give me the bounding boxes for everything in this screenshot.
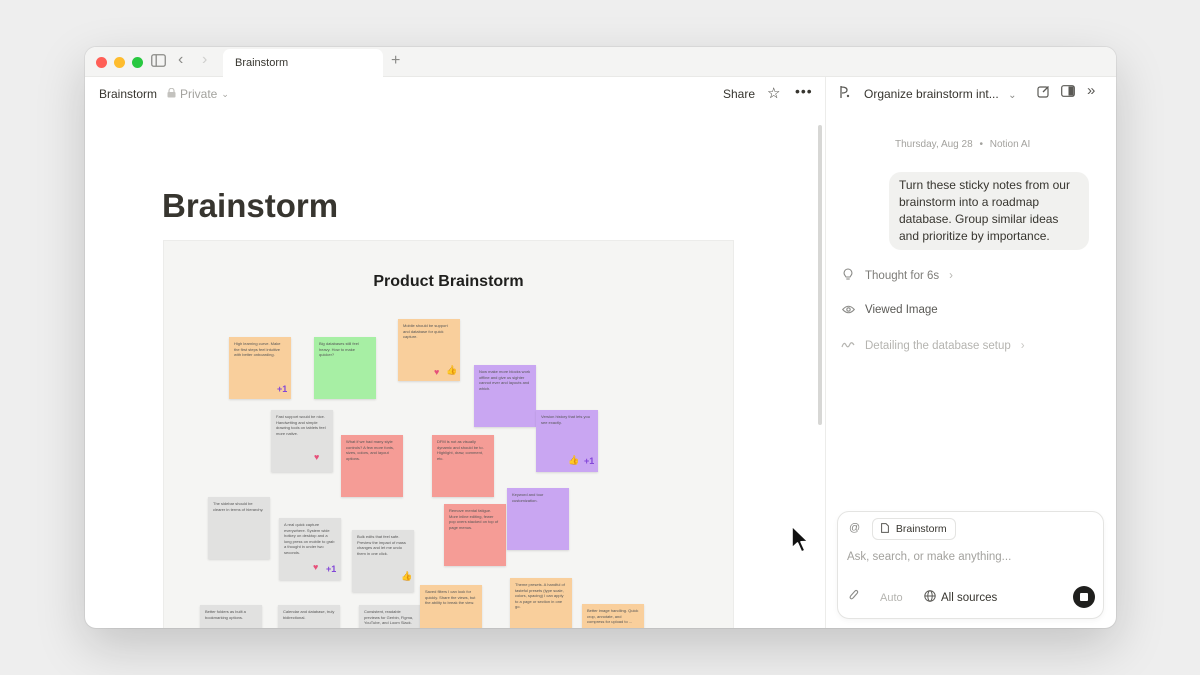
ai-step-label: Detailing the database setup: [865, 340, 1011, 352]
plus-one-reaction-icon: +1: [277, 384, 288, 394]
brainstorm-board-image: Product Brainstorm High learning curve. …: [163, 240, 734, 628]
page-header: Brainstorm Private ⌄ Share ☆ •••: [85, 77, 825, 111]
sources-selector[interactable]: All sources: [924, 590, 997, 605]
sources-label: All sources: [941, 591, 998, 604]
mention-at-icon[interactable]: @: [849, 522, 860, 534]
date-label: Thursday, Aug 28: [895, 139, 973, 150]
sticky-note: Now make more blocks work offline and gi…: [474, 365, 536, 427]
favorite-star-icon[interactable]: ☆: [767, 84, 780, 102]
thumbs-up-reaction-icon: 👍: [568, 455, 580, 465]
sticky-note: Consistent, readable previews for Gerbin…: [359, 605, 421, 628]
tab-brainstorm[interactable]: Brainstorm: [223, 49, 383, 77]
document-scrollbar[interactable]: [818, 125, 822, 425]
heart-reaction-icon: ♥: [434, 367, 440, 377]
ai-step-label: Viewed Image: [865, 304, 938, 316]
privacy-menu[interactable]: Private ⌄: [167, 87, 229, 101]
app-window: ‹ › Brainstorm + Brainstorm Private ⌄ Sh…: [85, 47, 1116, 628]
sticky-note: The sidebar should be clearer in terms o…: [208, 497, 270, 559]
chevron-down-icon: ⌄: [1008, 90, 1017, 101]
sticky-note: What if we had many style controls? A fe…: [341, 435, 403, 497]
eye-icon: [841, 303, 855, 317]
globe-icon: [924, 590, 936, 605]
sticky-note: Saved filters I can look for quickly. Sh…: [420, 585, 482, 628]
maximize-window-button[interactable]: [132, 57, 143, 68]
mouse-pointer-icon: [790, 524, 810, 559]
close-window-button[interactable]: [96, 57, 107, 68]
privacy-label: Private: [180, 87, 218, 101]
sticky-note: Remove mental fatigue. More inline editi…: [444, 504, 506, 566]
chevron-right-icon: ›: [1020, 340, 1025, 352]
heart-reaction-icon: ♥: [314, 452, 320, 462]
ai-step-thought[interactable]: Thought for 6s ›: [841, 268, 953, 284]
sticky-note: Fast support would be nice. Handwriting …: [271, 410, 333, 472]
ai-composer: @ Brainstorm Auto All sources: [837, 511, 1104, 619]
lock-icon: [167, 87, 176, 101]
title-bar: ‹ › Brainstorm +: [85, 47, 1116, 77]
ai-chat-title-text: Organize brainstorm int...: [864, 87, 999, 101]
minimize-window-button[interactable]: [114, 57, 125, 68]
sticky-note: Better image handling. Quick crop, annot…: [582, 604, 644, 628]
date-separator: •: [979, 139, 983, 150]
model-mode-selector[interactable]: Auto: [880, 592, 903, 604]
stop-generation-button[interactable]: [1073, 586, 1095, 608]
heart-reaction-icon: ♥: [313, 562, 319, 572]
ai-panel-header: Organize brainstorm int... ⌄ »: [826, 77, 1116, 111]
sticky-note: Keyword and tour customization.: [507, 488, 569, 550]
sticky-note: Calendar and database, truly bidirection…: [278, 605, 340, 628]
page-icon: [881, 523, 896, 535]
ai-author-label: Notion AI: [989, 139, 1031, 150]
new-chat-edit-icon[interactable]: [1037, 85, 1050, 101]
ai-step-label: Thought for 6s: [865, 270, 940, 282]
share-button[interactable]: Share: [723, 87, 755, 101]
thumbs-up-reaction-icon: 👍: [446, 365, 458, 375]
paperclip-icon[interactable]: [849, 589, 859, 605]
chevron-down-icon: ⌄: [221, 88, 229, 99]
plus-one-reaction-icon: +1: [326, 564, 337, 574]
user-message-bubble: Turn these sticky notes from our brainst…: [889, 172, 1089, 250]
sidebar-toggle-icon[interactable]: [151, 54, 166, 71]
panel-divider[interactable]: [825, 77, 826, 628]
forward-arrow-icon[interactable]: ›: [202, 52, 207, 68]
ai-chat-history-icon[interactable]: [839, 85, 851, 102]
ai-chat-title[interactable]: Organize brainstorm int... ⌄: [864, 87, 1016, 101]
sticky-note: Bulk edits that feel safe. Preview the i…: [352, 530, 414, 592]
sticky-note: Big databases still feel heavy. How to m…: [314, 337, 376, 399]
chevron-right-icon: ›: [949, 270, 953, 282]
ai-step-viewed-image[interactable]: Viewed Image: [841, 303, 938, 317]
board-title: Product Brainstorm: [373, 273, 524, 290]
page-title[interactable]: Brainstorm: [162, 187, 338, 225]
ai-prompt-input[interactable]: [847, 551, 1087, 563]
thumbs-up-reaction-icon: 👍: [401, 571, 413, 581]
loader-squiggle-icon: [841, 339, 855, 353]
message-timestamp: Thursday, Aug 28 • Notion AI: [895, 139, 1030, 150]
back-arrow-icon[interactable]: ‹: [178, 52, 183, 68]
panel-layout-icon[interactable]: [1061, 85, 1075, 100]
sticky-note: DFM is not as visually dynamic and shoul…: [432, 435, 494, 497]
context-chip-brainstorm[interactable]: Brainstorm: [872, 518, 956, 540]
collapse-panel-icon[interactable]: »: [1087, 82, 1095, 99]
ai-step-detailing[interactable]: Detailing the database setup ›: [841, 339, 1025, 353]
context-chip-label: Brainstorm: [895, 523, 947, 535]
sticky-note: Better folders as built a bookmarking op…: [200, 605, 262, 628]
plus-one-reaction-icon: +1: [584, 456, 595, 466]
sticky-note: Theme presets. A handful of tasteful pre…: [510, 578, 572, 628]
new-tab-button[interactable]: +: [391, 52, 400, 70]
tab-title: Brainstorm: [235, 57, 289, 69]
more-options-icon[interactable]: •••: [795, 83, 813, 99]
breadcrumb[interactable]: Brainstorm: [99, 87, 157, 101]
lightbulb-icon: [841, 268, 855, 284]
